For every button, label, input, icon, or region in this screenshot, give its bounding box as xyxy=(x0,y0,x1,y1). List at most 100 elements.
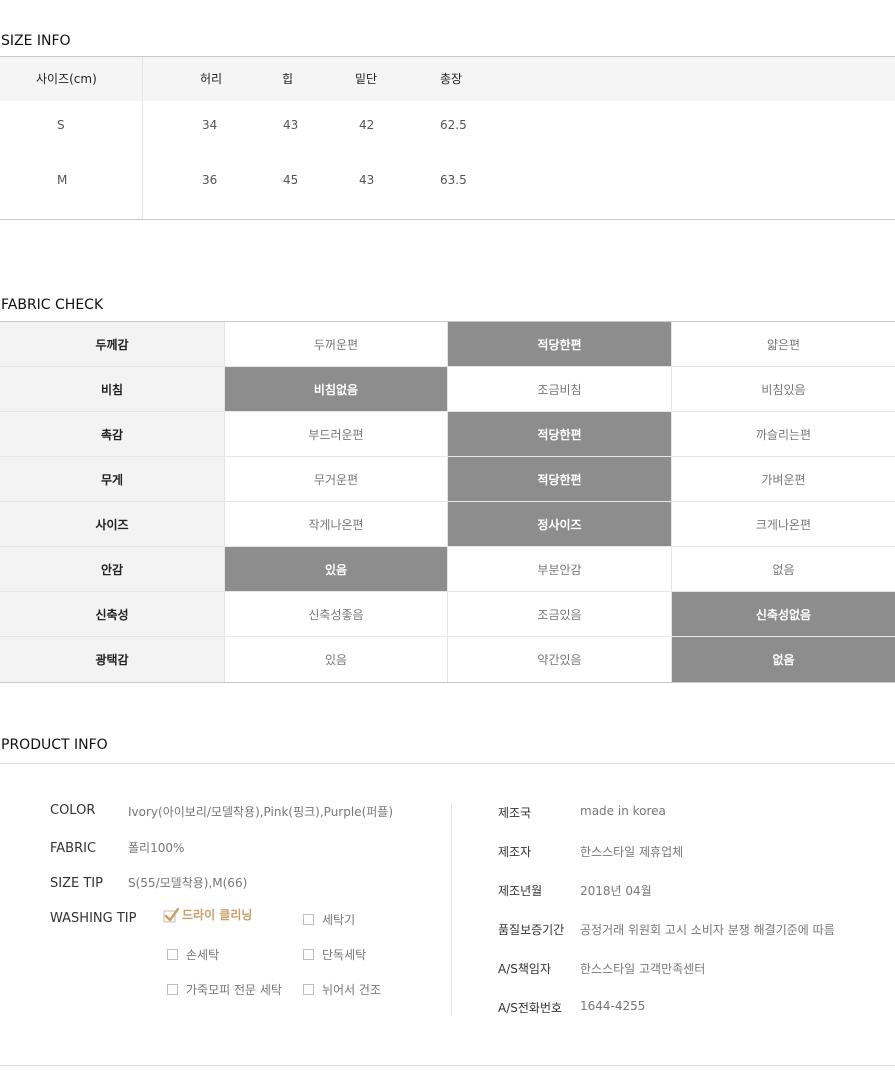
fabric-option: 가벼운편 xyxy=(671,457,895,501)
size-cell: 62.5 xyxy=(440,118,467,132)
fabric-row: 두께감 두꺼운편 적당한편 얇은편 xyxy=(0,322,895,367)
fabric-value: 폴리100% xyxy=(128,841,185,855)
fabric-check-title: FABRIC CHECK xyxy=(1,297,104,313)
size-table: 사이즈(cm) 허리 힙 밑단 총장 S 34 43 42 62.5 M 36 … xyxy=(0,56,895,220)
washing-option-hand-wash: 손세탁 xyxy=(167,946,219,963)
fabric-row: 안감 있음 부분안감 없음 xyxy=(0,547,895,592)
fabric-option: 부드러운편 xyxy=(224,412,447,456)
size-header-waist: 허리 xyxy=(200,72,223,86)
fabric-option: 두꺼운편 xyxy=(224,322,447,366)
washing-option-label: 드라이 클리닝 xyxy=(182,908,253,922)
detail-value: 한스스타일 고객만족센터 xyxy=(580,962,706,976)
fabric-row: 비침 비침없음 조금비침 비침있음 xyxy=(0,367,895,412)
size-cell: 45 xyxy=(283,173,299,187)
fabric-table: 두께감 두꺼운편 적당한편 얇은편 비침 비침없음 조금비침 비침있음 촉감 부… xyxy=(0,321,895,683)
size-header-size: 사이즈(cm) xyxy=(36,72,97,86)
detail-value: 1644-4255 xyxy=(580,999,646,1013)
detail-value: 한스스타일 제휴업체 xyxy=(580,845,684,859)
detail-value: made in korea xyxy=(580,804,666,818)
fabric-row: 무게 무거운편 적당한편 가벼운편 xyxy=(0,457,895,502)
size-cell: 43 xyxy=(359,173,375,187)
fabric-option-selected: 적당한편 xyxy=(447,322,671,366)
fabric-option-selected: 있음 xyxy=(224,547,447,591)
fabric-option: 조금비침 xyxy=(447,367,671,411)
color-label: COLOR xyxy=(50,803,96,818)
product-info-top-divider xyxy=(0,763,895,764)
washing-option-label: 세탁기 xyxy=(322,913,356,927)
checkbox-icon xyxy=(303,949,314,960)
fabric-row-label: 사이즈 xyxy=(0,502,224,546)
fabric-label: FABRIC xyxy=(50,841,97,856)
washing-option-label: 손세탁 xyxy=(186,948,220,962)
fabric-row: 신축성 신축성좋음 조금있음 신축성없음 xyxy=(0,592,895,637)
size-header-hip: 힙 xyxy=(282,72,294,86)
fabric-option: 무거운편 xyxy=(224,457,447,501)
detail-label: A/S책임자 xyxy=(498,962,551,976)
fabric-row-label: 신축성 xyxy=(0,592,224,636)
fabric-option: 부분안감 xyxy=(447,547,671,591)
detail-label: 품질보증기간 xyxy=(498,923,565,937)
fabric-row-label: 무게 xyxy=(0,457,224,501)
size-tip-label: SIZE TIP xyxy=(50,876,103,891)
detail-label: A/S전화번호 xyxy=(498,1001,563,1015)
fabric-option: 없음 xyxy=(671,547,895,591)
washing-option-separate-wash: 단독세탁 xyxy=(303,946,366,963)
fabric-row-label: 촉감 xyxy=(0,412,224,456)
product-info-vertical-divider xyxy=(451,803,452,1016)
fabric-row-label: 광택감 xyxy=(0,637,224,682)
fabric-option: 작게나온편 xyxy=(224,502,447,546)
washing-option-lay-flat-dry: 뉘어서 건조 xyxy=(303,981,381,998)
fabric-row: 광택감 있음 약간있음 없음 xyxy=(0,637,895,682)
fabric-option-selected: 적당한편 xyxy=(447,457,671,501)
fabric-option: 얇은편 xyxy=(671,322,895,366)
fabric-option: 크게나온편 xyxy=(671,502,895,546)
washing-tip-label: WASHING TIP xyxy=(50,911,137,926)
fabric-option-selected: 적당한편 xyxy=(447,412,671,456)
size-row-label: M xyxy=(57,173,68,187)
fabric-row-label: 두께감 xyxy=(0,322,224,366)
size-cell: 42 xyxy=(359,118,375,132)
size-cell: 34 xyxy=(202,118,218,132)
color-value: Ivory(아이보리/모델착용),Pink(핑크),Purple(퍼플) xyxy=(128,805,394,819)
washing-option-label: 단독세탁 xyxy=(322,948,367,962)
size-info-title: SIZE INFO xyxy=(1,33,71,49)
fabric-option-selected: 없음 xyxy=(671,637,895,682)
fabric-option-selected: 정사이즈 xyxy=(447,502,671,546)
checkbox-icon xyxy=(303,914,314,925)
fabric-row-label: 안감 xyxy=(0,547,224,591)
size-tip-value: S(55/모델착용),M(66) xyxy=(128,876,248,890)
fabric-option: 있음 xyxy=(224,637,447,682)
fabric-option-selected: 비침없음 xyxy=(224,367,447,411)
detail-label: 제조년월 xyxy=(498,884,543,898)
fabric-option-selected: 신축성없음 xyxy=(671,592,895,636)
detail-value: 공정거래 위원회 고시 소비자 분쟁 해결기준에 따름 xyxy=(580,923,835,937)
size-cell: 43 xyxy=(283,118,299,132)
fabric-option: 조금있음 xyxy=(447,592,671,636)
fabric-row: 촉감 부드러운편 적당한편 까슬리는편 xyxy=(0,412,895,457)
checkbox-icon xyxy=(167,984,178,995)
washing-option-label: 뉘어서 건조 xyxy=(322,983,382,997)
checkbox-icon xyxy=(167,949,178,960)
fabric-row-label: 비침 xyxy=(0,367,224,411)
fabric-option: 비침있음 xyxy=(671,367,895,411)
detail-label: 제조국 xyxy=(498,806,532,820)
checkmark-icon xyxy=(163,907,180,922)
size-table-divider xyxy=(142,57,143,219)
size-cell: 63.5 xyxy=(440,173,467,187)
detail-label: 제조자 xyxy=(498,845,532,859)
checkbox-icon xyxy=(303,984,314,995)
fabric-option: 신축성좋음 xyxy=(224,592,447,636)
size-header-hem: 밑단 xyxy=(355,72,378,86)
detail-value: 2018년 04월 xyxy=(580,884,652,898)
washing-option-dry-cleaning: 드라이 클리닝 xyxy=(163,906,252,923)
fabric-option: 약간있음 xyxy=(447,637,671,682)
size-row-label: S xyxy=(57,118,65,132)
washing-option-leather-fur: 가죽모피 전문 세탁 xyxy=(167,981,282,998)
size-cell: 36 xyxy=(202,173,218,187)
size-header-length: 총장 xyxy=(440,72,463,86)
product-info-title: PRODUCT INFO xyxy=(1,737,108,753)
fabric-option: 까슬리는편 xyxy=(671,412,895,456)
product-info-bottom-divider xyxy=(0,1065,895,1066)
washing-option-label: 가죽모피 전문 세탁 xyxy=(186,983,282,997)
fabric-row: 사이즈 작게나온편 정사이즈 크게나온편 xyxy=(0,502,895,547)
